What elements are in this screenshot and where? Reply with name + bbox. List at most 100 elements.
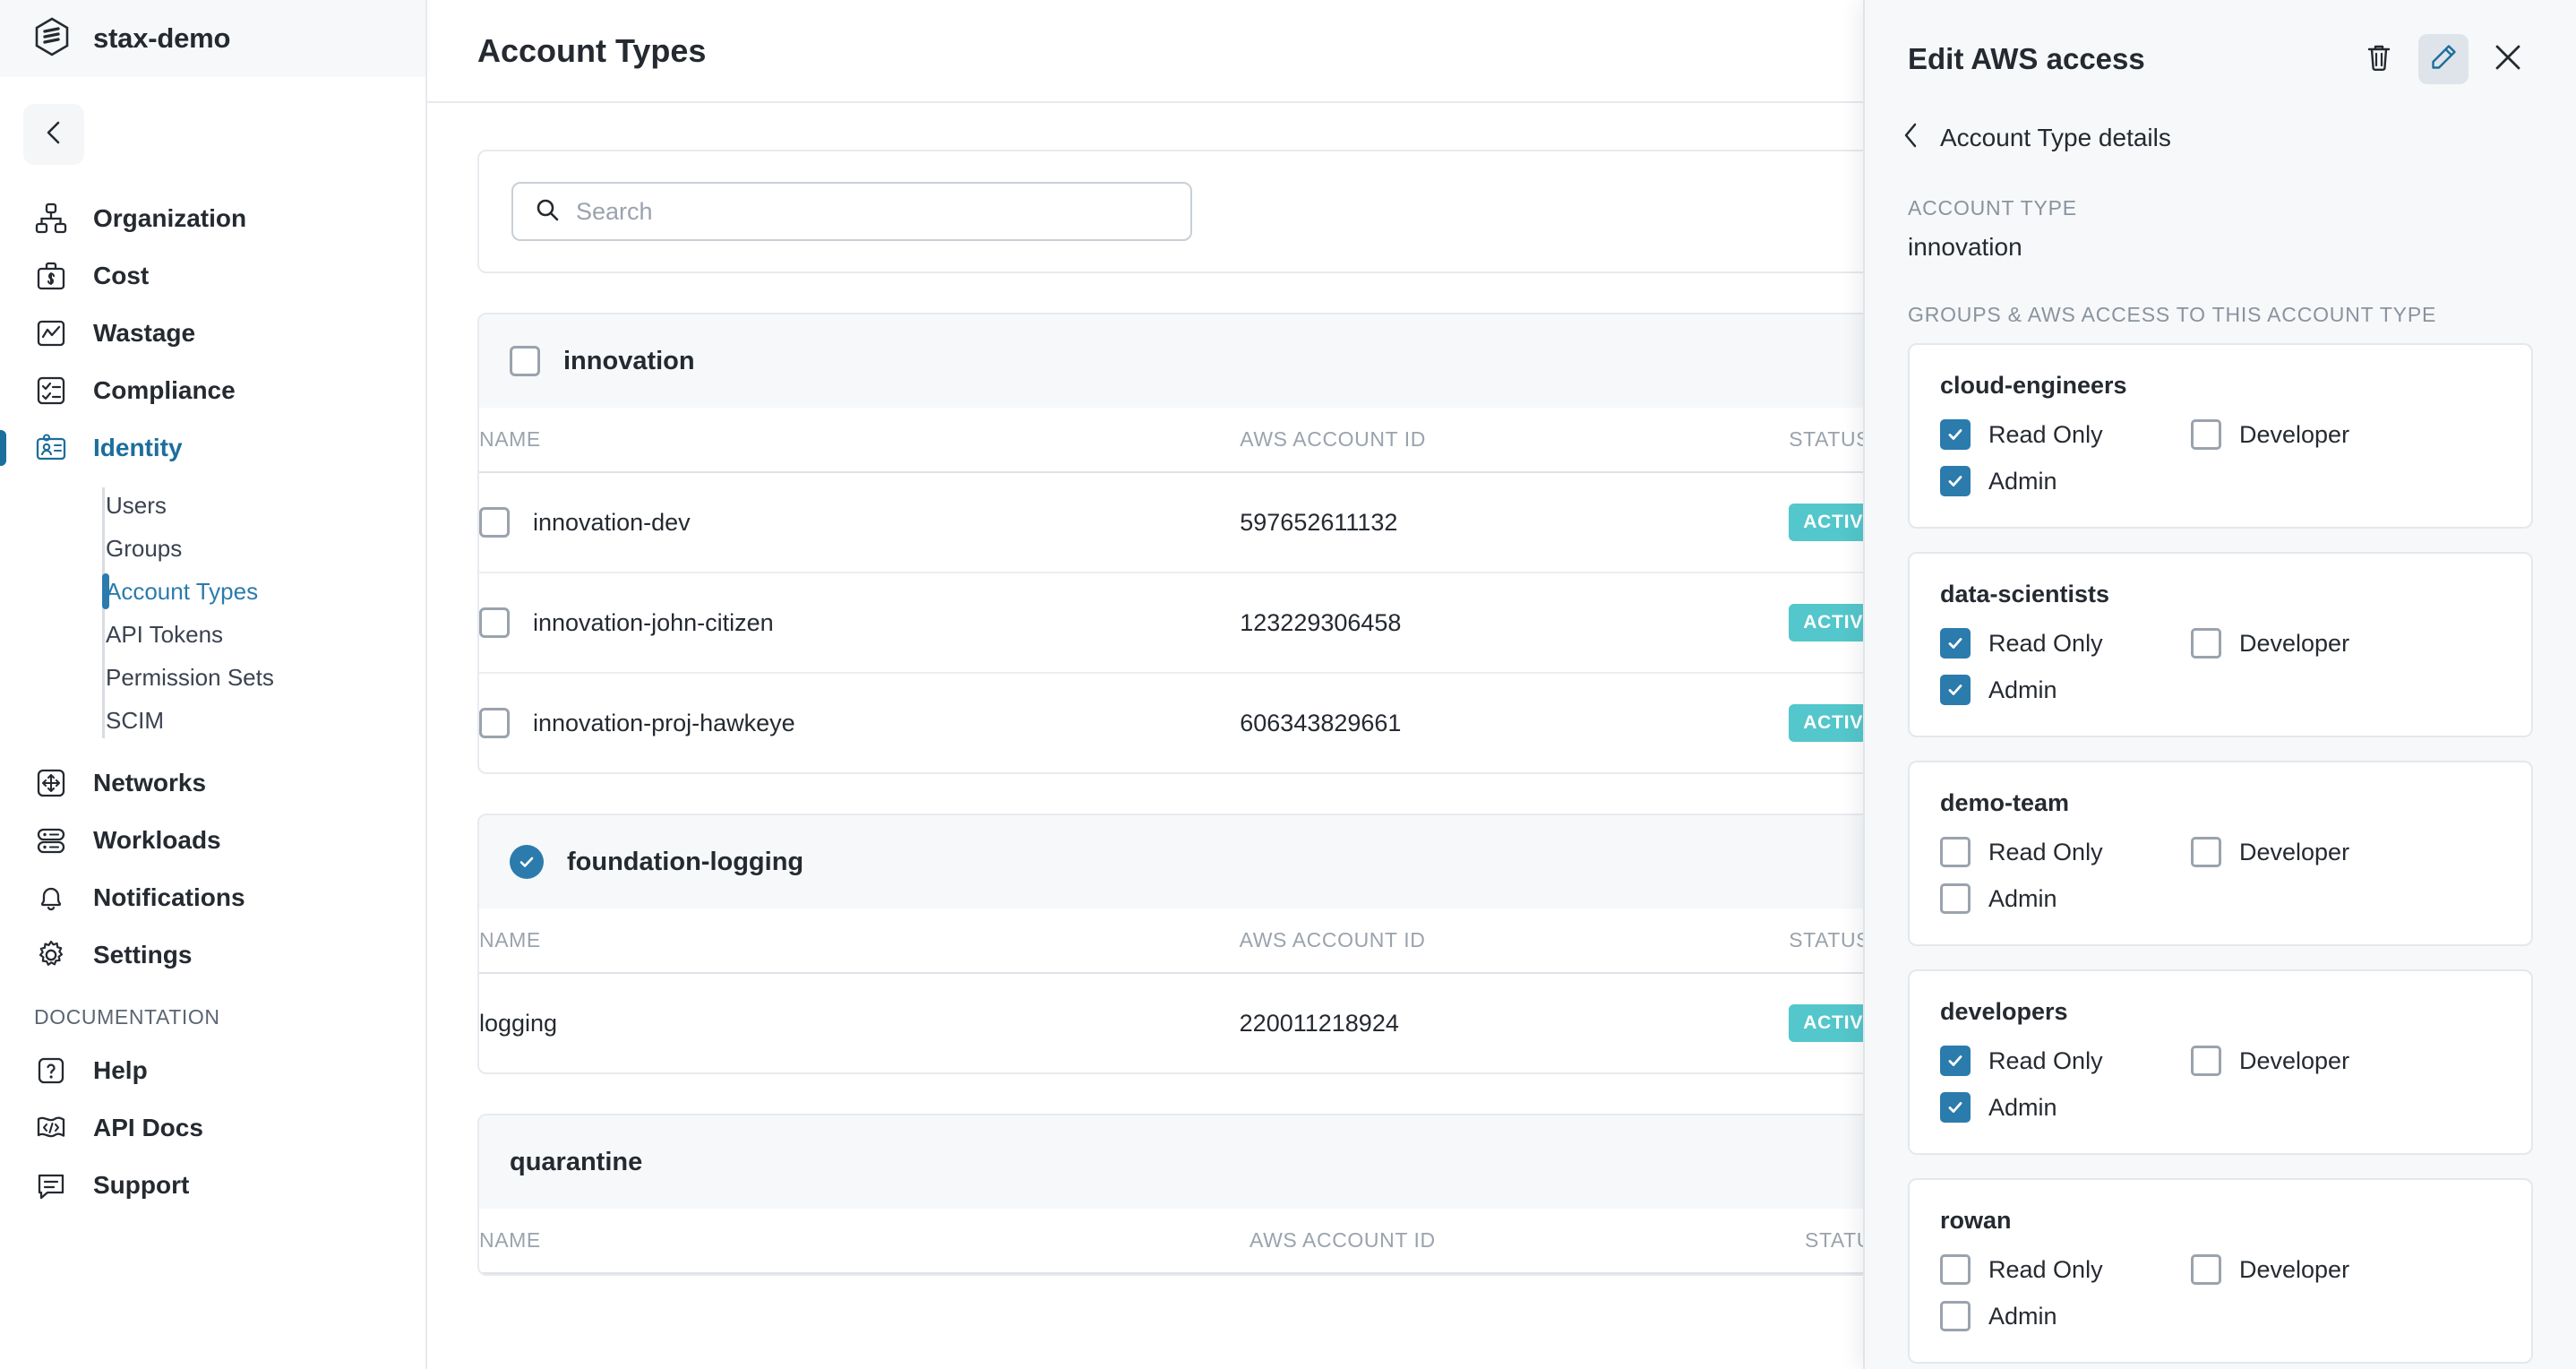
developer-checkbox[interactable]: [2191, 419, 2221, 450]
developer-checkbox[interactable]: [2191, 1254, 2221, 1285]
row-select-checkbox[interactable]: [479, 507, 510, 538]
permission-label: Developer: [2239, 1046, 2350, 1074]
primary-nav: Organization Cost Wastage Compliance Ide…: [0, 190, 425, 1270]
sidebar-item-permission-sets[interactable]: Permission Sets: [106, 656, 425, 699]
permission-developer[interactable]: Developer: [2191, 837, 2501, 867]
checklist-icon: [34, 374, 68, 408]
sidebar-item-users[interactable]: Users: [106, 484, 425, 527]
permission-label: Admin: [1988, 1302, 2057, 1330]
trash-icon: [2365, 42, 2393, 77]
back-to-account-type-details[interactable]: Account Type details: [1865, 84, 2576, 153]
brand-name: stax-demo: [93, 22, 231, 54]
identity-subnav: Users Groups Account Types API Tokens Pe…: [0, 484, 425, 742]
sidebar-item-account-types[interactable]: Account Types: [102, 570, 425, 613]
sidebar-item-notifications[interactable]: Notifications: [0, 869, 425, 926]
code-flag-icon: [34, 1111, 68, 1145]
row-select-checkbox[interactable]: [479, 708, 510, 738]
briefcase-dollar-icon: [34, 259, 68, 293]
sidebar-item-help[interactable]: Help: [0, 1042, 425, 1099]
permission-admin[interactable]: Admin: [1940, 466, 2191, 496]
permission-read-only[interactable]: Read Only: [1940, 837, 2191, 867]
sidebar: stax-demo Organization Cost Wastage Comp…: [0, 0, 427, 1369]
gear-icon: [34, 938, 68, 972]
admin-checkbox[interactable]: [1940, 1092, 1971, 1123]
developer-checkbox[interactable]: [2191, 837, 2221, 867]
chat-bubble-icon: [34, 1168, 68, 1202]
permission-label: Developer: [2239, 1255, 2350, 1283]
group-select-checkbox-checked[interactable]: [510, 845, 544, 879]
permission-admin[interactable]: Admin: [1940, 883, 2191, 914]
sidebar-item-api-tokens[interactable]: API Tokens: [106, 613, 425, 656]
sidebar-item-support[interactable]: Support: [0, 1157, 425, 1214]
permission-label: Admin: [1988, 467, 2057, 495]
permission-label: Read Only: [1988, 838, 2103, 865]
sidebar-item-identity[interactable]: Identity: [0, 419, 425, 477]
account-type-group-card: foundation-logging NAME AWS ACCOUNT ID S…: [477, 814, 1893, 1074]
row-select-checkbox[interactable]: [479, 607, 510, 638]
sidebar-item-label: Support: [93, 1171, 190, 1199]
sidebar-item-organization[interactable]: Organization: [0, 190, 425, 247]
developer-checkbox[interactable]: [2191, 1046, 2221, 1076]
sidebar-item-scim[interactable]: SCIM: [106, 699, 425, 742]
group-header[interactable]: quarantine: [479, 1115, 1891, 1209]
permission-read-only[interactable]: Read Only: [1940, 1046, 2191, 1076]
permission-developer[interactable]: Developer: [2191, 419, 2501, 450]
sidebar-item-networks[interactable]: Networks: [0, 754, 425, 812]
group-access-card: developers Read Only Developer Admin: [1908, 969, 2533, 1155]
permission-label: Read Only: [1988, 420, 2103, 448]
subitem-label: Permission Sets: [106, 663, 274, 691]
sidebar-item-api-docs[interactable]: API Docs: [0, 1099, 425, 1157]
permission-admin[interactable]: Admin: [1940, 675, 2191, 705]
permission-developer[interactable]: Developer: [2191, 1254, 2501, 1285]
table-header-row: NAME AWS ACCOUNT ID STATUS: [479, 408, 1891, 473]
sidebar-item-workloads[interactable]: Workloads: [0, 812, 425, 869]
table-row[interactable]: innovation-john-citizen 123229306458 ACT…: [479, 573, 1891, 674]
permission-read-only[interactable]: Read Only: [1940, 419, 2191, 450]
permission-read-only[interactable]: Read Only: [1940, 1254, 2191, 1285]
admin-checkbox[interactable]: [1940, 675, 1971, 705]
account-name: innovation-proj-hawkeye: [533, 709, 795, 736]
app-root: stax-demo Organization Cost Wastage Comp…: [0, 0, 2576, 1369]
permission-developer[interactable]: Developer: [2191, 628, 2501, 659]
table-row[interactable]: innovation-proj-hawkeye 606343829661 ACT…: [479, 673, 1891, 772]
subitem-label: API Tokens: [106, 620, 224, 648]
sidebar-item-wastage[interactable]: Wastage: [0, 305, 425, 362]
read-only-checkbox[interactable]: [1940, 1046, 1971, 1076]
admin-checkbox[interactable]: [1940, 1301, 1971, 1331]
permission-read-only[interactable]: Read Only: [1940, 628, 2191, 659]
group-access-card: cloud-engineers Read Only Developer Admi…: [1908, 343, 2533, 529]
edit-button[interactable]: [2418, 34, 2469, 84]
servers-icon: [34, 823, 68, 857]
search-input[interactable]: [576, 197, 1169, 226]
table-row[interactable]: logging 220011218924 ACTIVE: [479, 973, 1891, 1072]
sidebar-item-compliance[interactable]: Compliance: [0, 362, 425, 419]
admin-checkbox[interactable]: [1940, 466, 1971, 496]
group-select-checkbox[interactable]: [510, 346, 540, 376]
chevron-left-icon: [42, 119, 65, 151]
table-row[interactable]: innovation-dev 597652611132 ACTIVE: [479, 472, 1891, 573]
group-name: cloud-engineers: [1940, 372, 2127, 399]
sidebar-item-groups[interactable]: Groups: [106, 527, 425, 570]
move-arrows-icon: [34, 766, 68, 800]
group-name: developers: [1940, 998, 2068, 1025]
close-button[interactable]: [2483, 34, 2533, 84]
sidebar-item-cost[interactable]: Cost: [0, 247, 425, 305]
search-box[interactable]: [511, 182, 1192, 241]
read-only-checkbox[interactable]: [1940, 628, 1971, 659]
sidebar-item-settings[interactable]: Settings: [0, 926, 425, 984]
collapse-sidebar-button[interactable]: [23, 104, 84, 165]
delete-button[interactable]: [2354, 34, 2404, 84]
account-type-value: innovation: [1908, 233, 2022, 261]
group-header[interactable]: foundation-logging: [479, 815, 1891, 908]
permission-admin[interactable]: Admin: [1940, 1092, 2191, 1123]
permission-admin[interactable]: Admin: [1940, 1301, 2191, 1331]
permission-developer[interactable]: Developer: [2191, 1046, 2501, 1076]
group-header[interactable]: innovation: [479, 314, 1891, 408]
read-only-checkbox[interactable]: [1940, 419, 1971, 450]
admin-checkbox[interactable]: [1940, 883, 1971, 914]
read-only-checkbox[interactable]: [1940, 837, 1971, 867]
read-only-checkbox[interactable]: [1940, 1254, 1971, 1285]
developer-checkbox[interactable]: [2191, 628, 2221, 659]
permission-label: Developer: [2239, 629, 2350, 657]
group-title: foundation-logging: [567, 847, 804, 876]
